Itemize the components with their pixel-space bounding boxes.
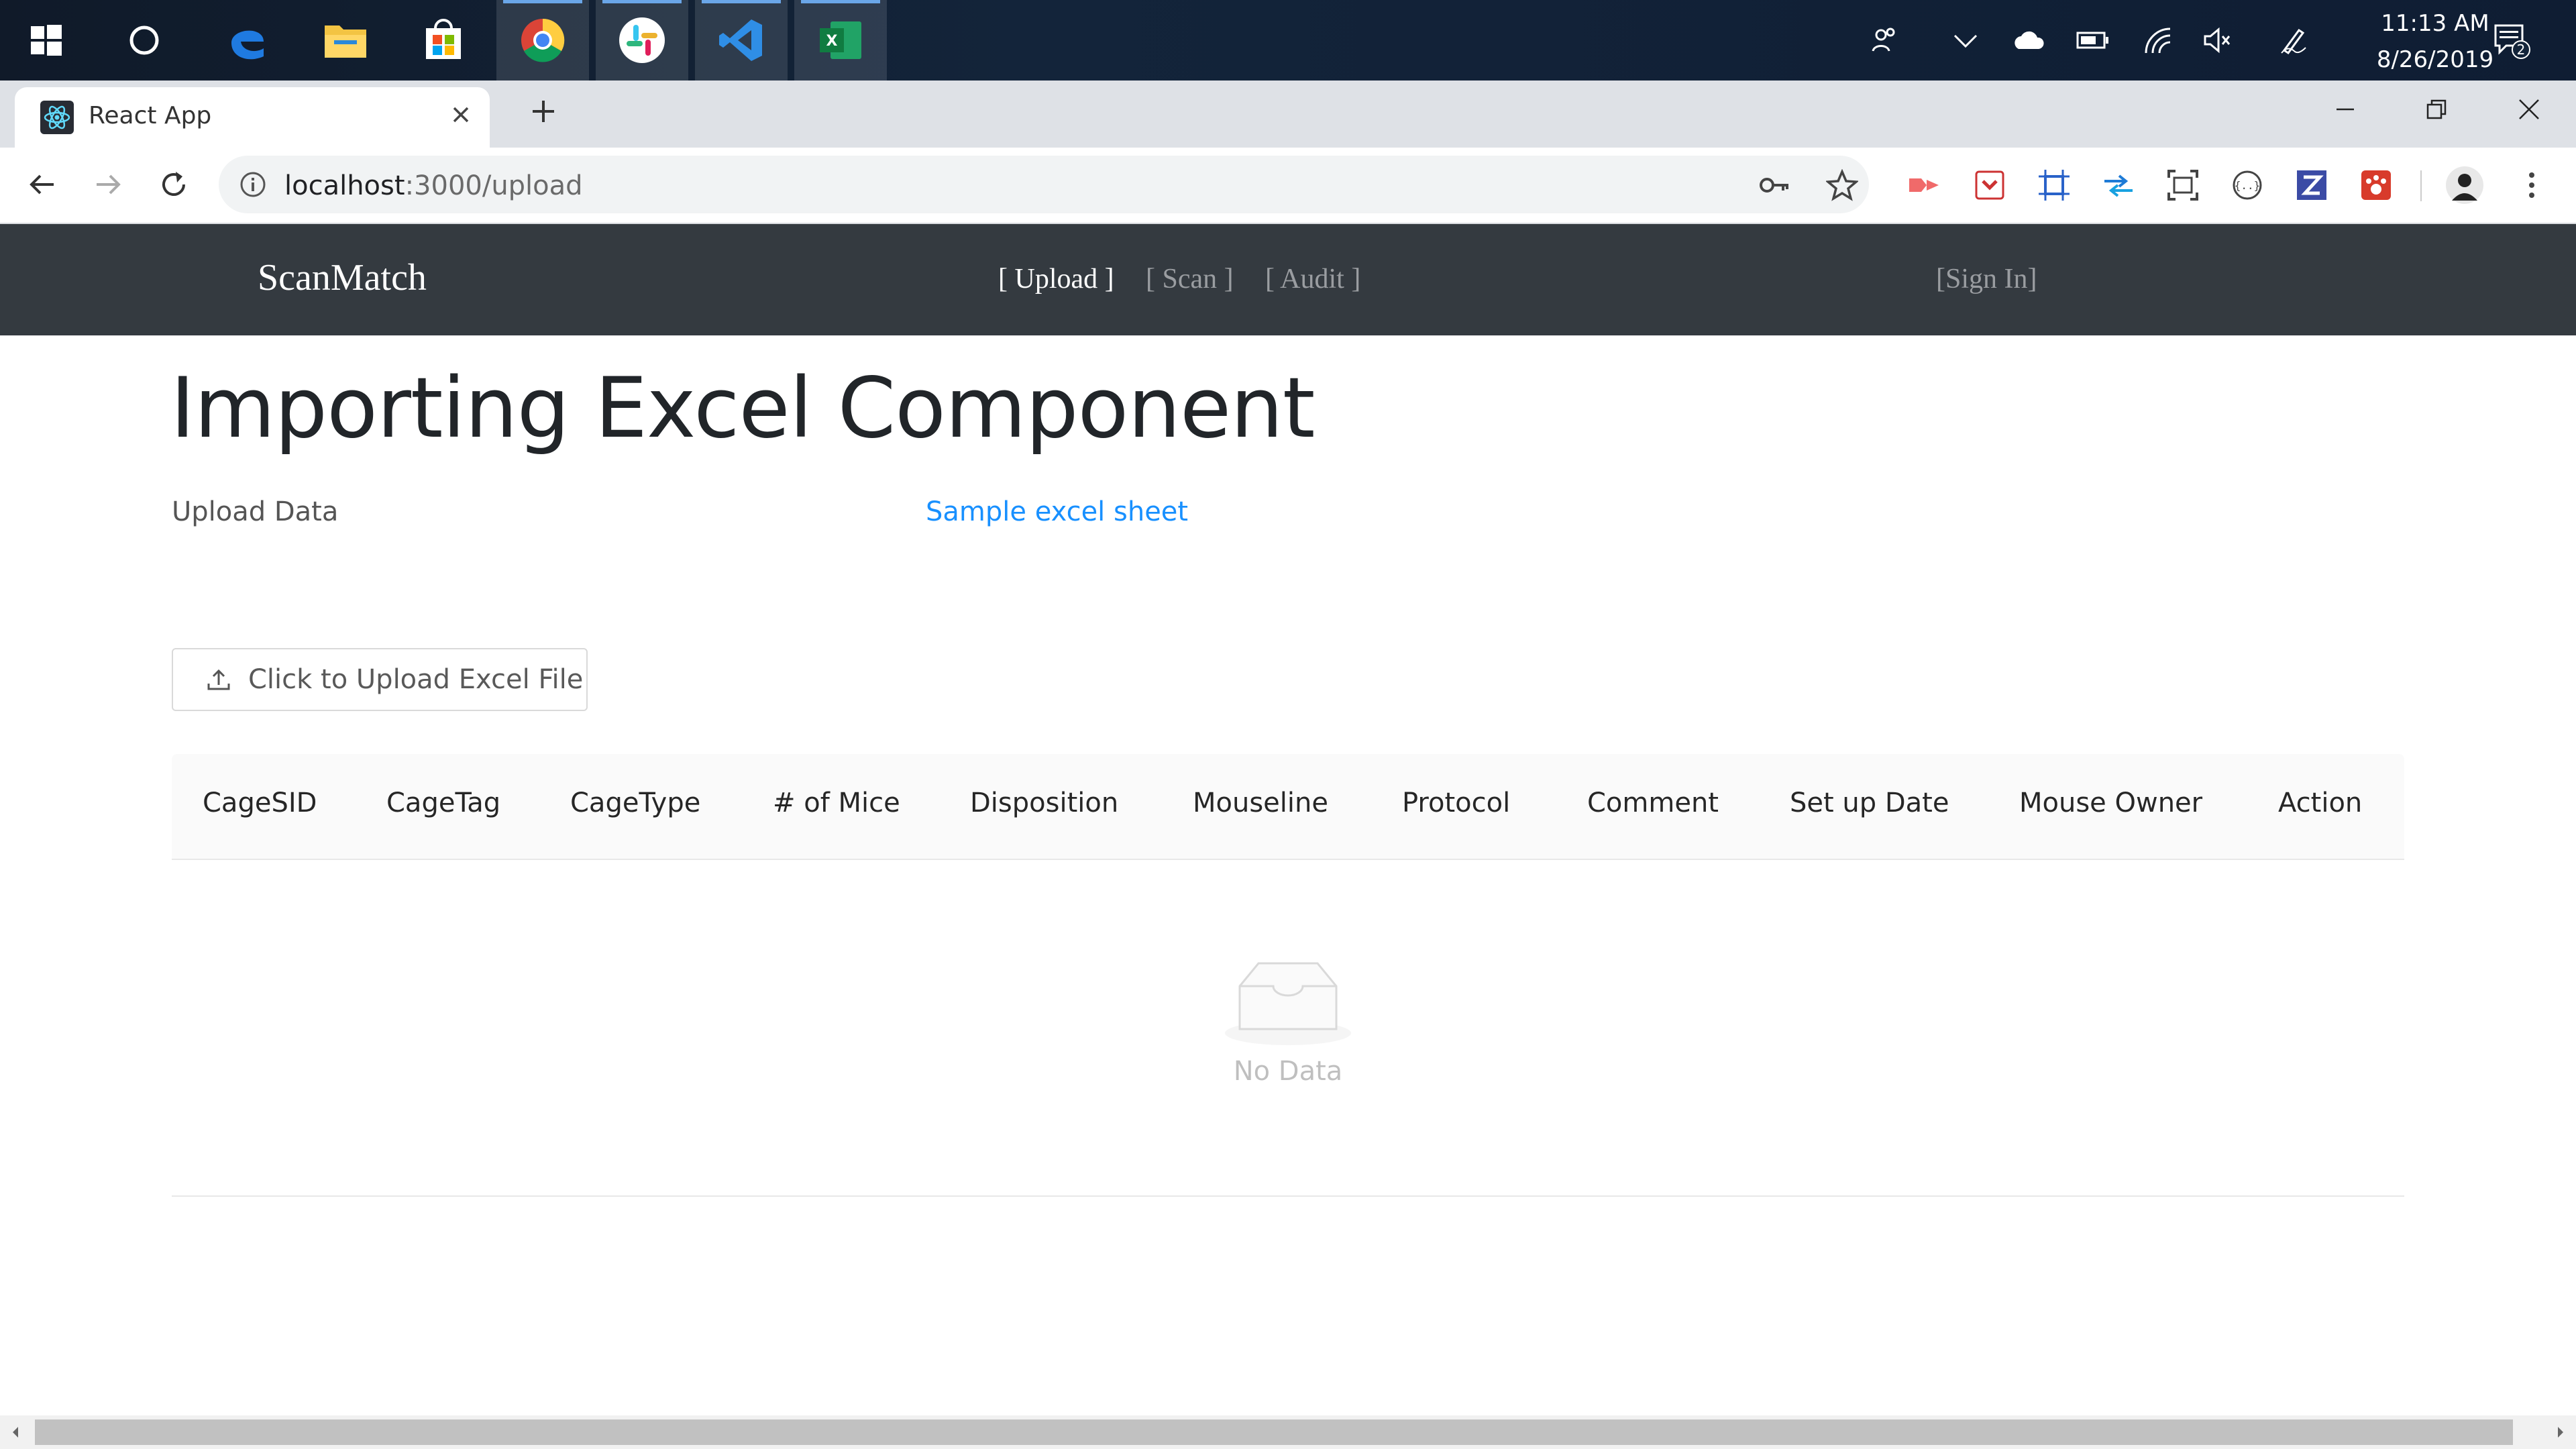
- browser-tabstrip: React App: [0, 80, 2576, 148]
- extension-capture-icon[interactable]: [2163, 165, 2203, 205]
- system-clock[interactable]: 11:13 AM 8/26/2019: [2368, 5, 2502, 78]
- browser-tab[interactable]: React App: [15, 87, 490, 148]
- page-title: Importing Excel Component: [170, 360, 1315, 457]
- scroll-left-icon[interactable]: [0, 1415, 31, 1449]
- info-icon[interactable]: [239, 170, 267, 202]
- extension-json-icon[interactable]: {..}: [2227, 165, 2267, 205]
- extension-video-icon[interactable]: [1904, 165, 1944, 205]
- key-icon[interactable]: [1759, 172, 1791, 202]
- omnibox[interactable]: localhost:3000/upload: [219, 156, 1869, 213]
- upload-button-label: Click to Upload Excel File: [248, 664, 584, 695]
- file-explorer-icon[interactable]: [299, 0, 392, 80]
- bookmark-star-icon[interactable]: [1825, 168, 1860, 205]
- reload-button[interactable]: [152, 162, 196, 207]
- column-header[interactable]: CageSID: [203, 788, 317, 818]
- table-header: CageSID CageTag CageType # of Mice Dispo…: [172, 754, 2404, 860]
- toolbar-divider: [2420, 170, 2422, 201]
- extension-pocket-icon[interactable]: [1970, 165, 2010, 205]
- browser-toolbar: localhost:3000/upload {..}: [0, 148, 2576, 224]
- pen-workspace-icon[interactable]: [2274, 0, 2314, 80]
- windows-start-icon[interactable]: [0, 0, 93, 80]
- column-header[interactable]: Mouseline: [1193, 788, 1328, 818]
- scroll-right-icon[interactable]: [2545, 1415, 2576, 1449]
- windows-taskbar: X 11:13 AM 8/26/2019 2: [0, 0, 2576, 80]
- chrome-menu-icon[interactable]: [2512, 165, 2552, 205]
- battery-icon[interactable]: [2073, 0, 2113, 80]
- onedrive-icon[interactable]: [2008, 0, 2049, 80]
- store-icon[interactable]: [397, 0, 490, 80]
- sign-in-link[interactable]: [Sign In]: [1936, 263, 2037, 295]
- svg-text:X: X: [826, 33, 838, 50]
- url-host: localhost: [284, 170, 405, 201]
- scrollbar-thumb[interactable]: [35, 1419, 2513, 1445]
- nav-link-scan[interactable]: [ Scan ]: [1146, 263, 1234, 295]
- chrome-taskbar-icon[interactable]: [496, 0, 589, 80]
- extension-zotero-icon[interactable]: [2292, 165, 2332, 205]
- brand-logo[interactable]: ScanMatch: [258, 256, 427, 299]
- tab-close-icon[interactable]: [445, 99, 476, 130]
- app-navbar: ScanMatch [ Upload ] [ Scan ] [ Audit ] …: [0, 224, 2576, 335]
- horizontal-scrollbar[interactable]: [0, 1415, 2576, 1449]
- people-icon[interactable]: [1865, 0, 1905, 80]
- restore-button[interactable]: [2406, 80, 2467, 138]
- clock-time: 11:13 AM: [2381, 10, 2489, 37]
- column-header[interactable]: # of Mice: [773, 788, 900, 818]
- new-tab-button[interactable]: [523, 91, 564, 131]
- upload-icon: [204, 665, 233, 694]
- column-header[interactable]: Disposition: [970, 788, 1118, 818]
- column-header[interactable]: Action: [2278, 788, 2362, 818]
- column-header[interactable]: CageType: [570, 788, 700, 818]
- nav-link-audit[interactable]: [ Audit ]: [1265, 263, 1360, 295]
- close-window-button[interactable]: [2498, 80, 2560, 138]
- column-header[interactable]: CageTag: [386, 788, 500, 818]
- volume-muted-icon[interactable]: [2198, 0, 2238, 80]
- sample-excel-link[interactable]: Sample excel sheet: [926, 496, 1188, 527]
- tab-title: React App: [89, 102, 212, 129]
- cortana-icon[interactable]: [98, 0, 191, 80]
- column-header[interactable]: Protocol: [1402, 788, 1510, 818]
- column-header[interactable]: Set up Date: [1790, 788, 1949, 818]
- table-body-empty: No Data: [172, 860, 2404, 1197]
- forward-button[interactable]: [86, 162, 130, 207]
- column-header[interactable]: Mouse Owner: [2019, 788, 2202, 818]
- nav-link-upload[interactable]: [ Upload ]: [998, 263, 1114, 295]
- minimize-button[interactable]: [2314, 80, 2376, 138]
- action-center-icon[interactable]: 2: [2485, 0, 2538, 80]
- svg-text:{..}: {..}: [2235, 179, 2261, 192]
- vscode-icon[interactable]: [695, 0, 788, 80]
- react-favicon-icon: [40, 101, 74, 138]
- extension-swap-icon[interactable]: [2098, 165, 2139, 205]
- extension-paw-icon[interactable]: [2356, 165, 2396, 205]
- profile-avatar[interactable]: [2445, 165, 2485, 205]
- empty-inbox-icon: [1225, 962, 1351, 1045]
- url-path: :3000/upload: [405, 170, 583, 201]
- empty-text: No Data: [1233, 1056, 1343, 1087]
- chevron-up-icon[interactable]: [1945, 0, 1986, 80]
- notification-badge: 2: [2517, 42, 2526, 58]
- slack-icon[interactable]: [596, 0, 688, 80]
- extension-crop-icon[interactable]: [2034, 165, 2074, 205]
- upload-excel-button[interactable]: Click to Upload Excel File: [172, 648, 588, 711]
- upload-data-label: Upload Data: [172, 496, 339, 527]
- data-table: CageSID CageTag CageType # of Mice Dispo…: [172, 754, 2404, 1197]
- wifi-icon[interactable]: [2139, 0, 2179, 80]
- excel-icon[interactable]: X: [794, 0, 887, 80]
- url-text[interactable]: localhost:3000/upload: [284, 170, 583, 201]
- back-button[interactable]: [20, 162, 64, 207]
- clock-date: 8/26/2019: [2376, 46, 2494, 73]
- column-header[interactable]: Comment: [1587, 788, 1719, 818]
- edge-icon[interactable]: [201, 0, 294, 80]
